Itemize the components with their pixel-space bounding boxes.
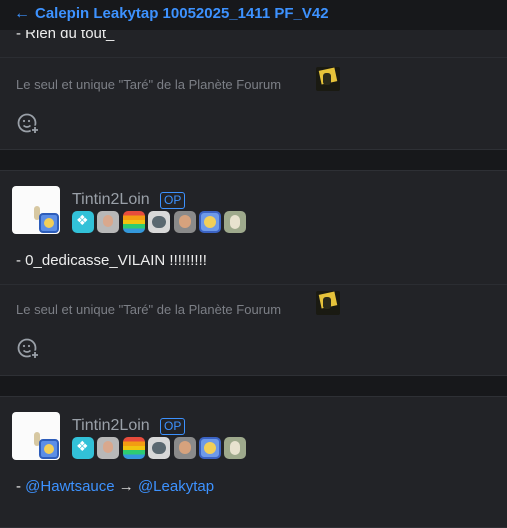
mention-link[interactable]: @Leakytap xyxy=(138,478,214,495)
badge-icon[interactable] xyxy=(174,437,196,459)
top-bar: ← Calepin Leakytap 10052025_1411 PF_V42 xyxy=(0,0,507,30)
badge-icon[interactable] xyxy=(97,437,119,459)
post-card: Tintin2Loin OP - @Hawtsauce → @Leakytap xyxy=(0,396,507,528)
username[interactable]: Tintin2Loin xyxy=(72,191,150,209)
post-content: - 0_dedicasse_VILAIN !!!!!!!!! xyxy=(16,252,207,269)
badge-icon[interactable] xyxy=(72,211,94,233)
divider xyxy=(0,284,507,285)
divider xyxy=(0,57,507,58)
avatar[interactable] xyxy=(12,412,60,460)
mention-link[interactable]: @Hawtsauce xyxy=(25,478,114,495)
add-reaction-icon[interactable] xyxy=(16,111,40,135)
avatar-badge-icon xyxy=(39,439,59,459)
badge-icon[interactable] xyxy=(224,437,246,459)
signature-text: Le seul et unique "Taré" de la Planète F… xyxy=(16,77,282,92)
badge-icon[interactable] xyxy=(199,211,221,233)
op-badge: OP xyxy=(160,418,186,435)
post-content: - @Hawtsauce → @Leakytap xyxy=(16,478,214,495)
avatar-badge-icon xyxy=(39,213,59,233)
badge-icon[interactable] xyxy=(72,437,94,459)
signature-image xyxy=(316,291,340,315)
back-arrow-icon[interactable]: ← xyxy=(14,5,30,23)
rainbow-badge-icon[interactable] xyxy=(123,437,145,459)
badge-icon[interactable] xyxy=(224,211,246,233)
arrow-right-icon: → xyxy=(118,478,134,495)
post-card: Tintin2Loin OP - 0_dedicasse_VILAIN !!!!… xyxy=(0,170,507,376)
badge-icon[interactable] xyxy=(174,211,196,233)
avatar[interactable] xyxy=(12,186,60,234)
badge-icon[interactable] xyxy=(199,437,221,459)
username[interactable]: Tintin2Loin xyxy=(72,417,150,435)
badge-icon[interactable] xyxy=(97,211,119,233)
op-badge: OP xyxy=(160,192,186,209)
badge-icon[interactable] xyxy=(148,211,170,233)
badge-icon[interactable] xyxy=(148,437,170,459)
content-prefix: - xyxy=(16,478,26,495)
rainbow-badge-icon[interactable] xyxy=(123,211,145,233)
add-reaction-icon[interactable] xyxy=(16,336,40,360)
thread-title[interactable]: Calepin Leakytap 10052025_1411 PF_V42 xyxy=(35,5,329,22)
signature-text: Le seul et unique "Taré" de la Planète F… xyxy=(16,302,282,317)
signature-image xyxy=(316,67,340,91)
